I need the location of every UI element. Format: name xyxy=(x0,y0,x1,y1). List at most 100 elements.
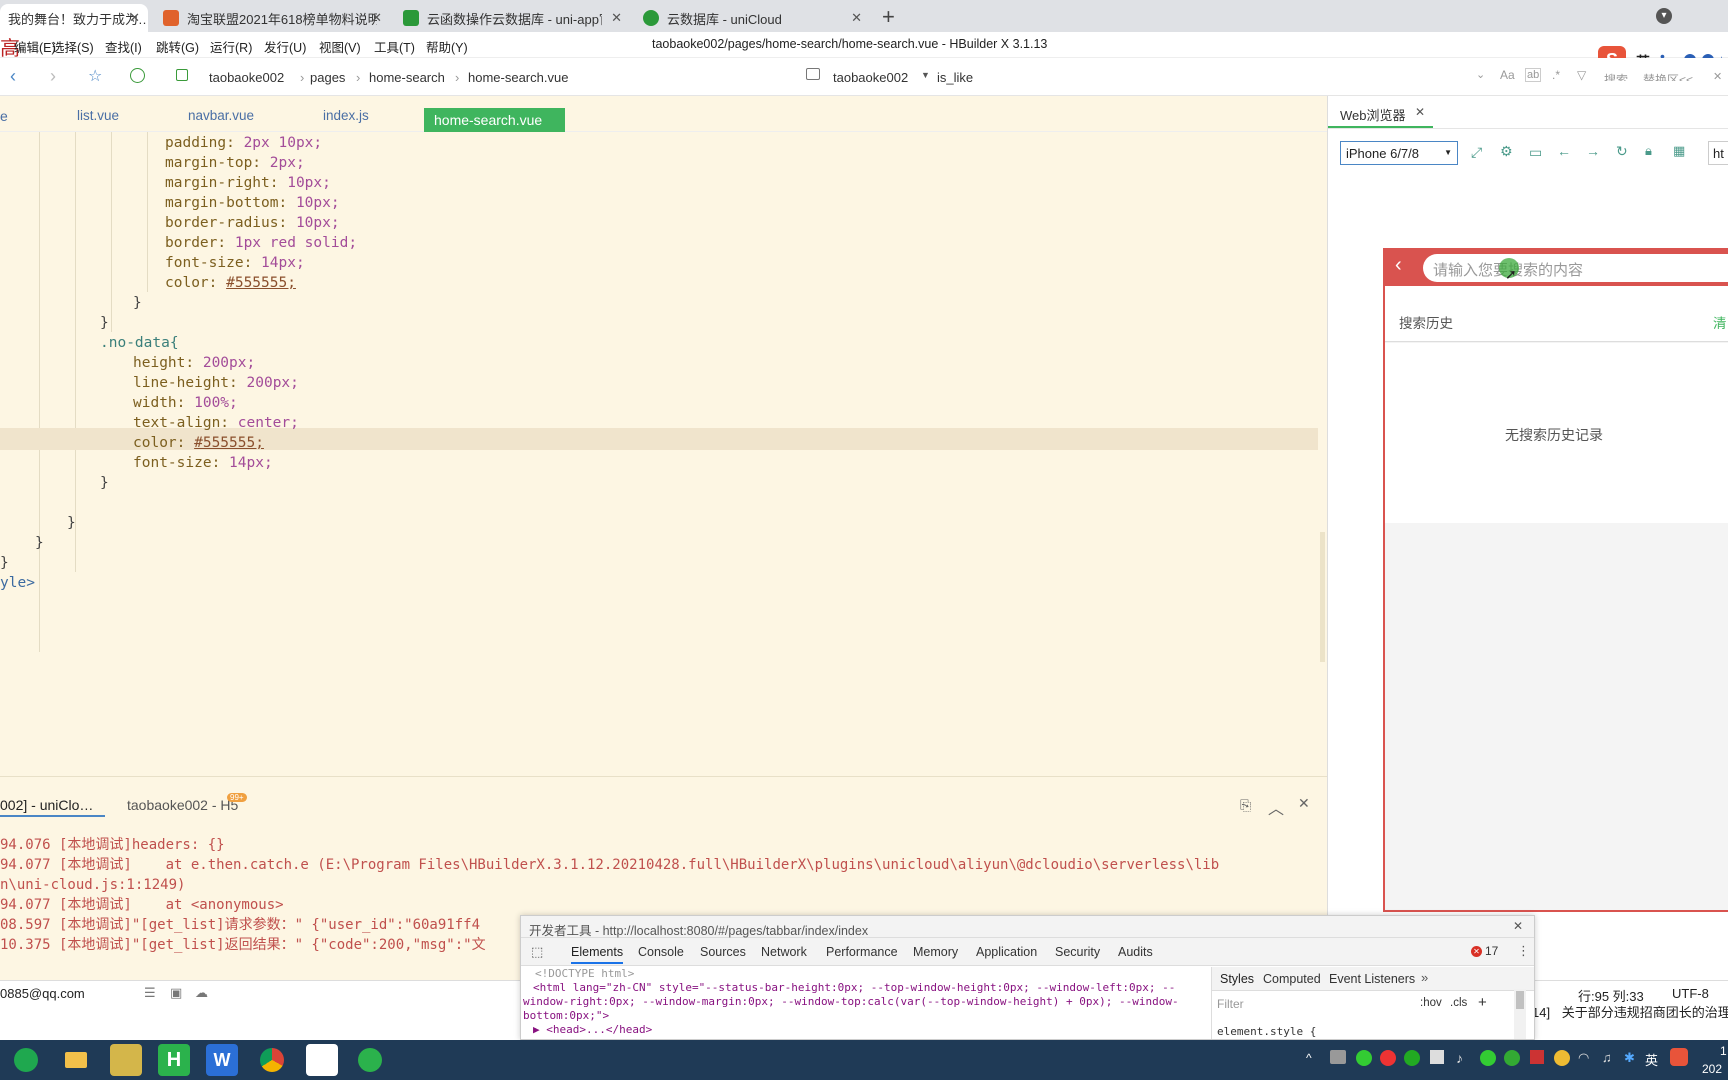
regex-icon[interactable]: .* xyxy=(1552,68,1560,82)
wechat-icon[interactable] xyxy=(1356,1050,1372,1066)
settings-gear-icon[interactable]: ⚙ xyxy=(1500,143,1513,160)
search-input[interactable]: 请输入您要搜索的内容 ➚ xyxy=(1423,254,1728,282)
close-icon[interactable]: ✕ xyxy=(851,10,862,26)
computed-tab[interactable]: Computed xyxy=(1263,972,1321,986)
close-icon[interactable]: ✕ xyxy=(129,10,140,26)
list-icon[interactable]: ☰ xyxy=(144,985,156,1001)
forward-arrow-icon[interactable]: → xyxy=(1586,143,1600,159)
close-icon[interactable]: ✕ xyxy=(611,10,622,26)
user-email[interactable]: 0885@qq.com xyxy=(0,986,85,1001)
new-tab-button[interactable]: + xyxy=(882,4,895,30)
tray-icon[interactable] xyxy=(1430,1050,1444,1064)
close-icon[interactable]: ✕ xyxy=(1713,70,1722,83)
console-tab-unicloud[interactable]: 002] - uniClo… xyxy=(0,797,105,817)
back-icon[interactable]: ‹ xyxy=(1395,254,1402,277)
chevron-up-icon[interactable]: ︿ xyxy=(1268,795,1284,819)
dom-tree[interactable]: <!DOCTYPE html> <html lang="zh-CN" style… xyxy=(521,967,1211,1039)
file-explorer-icon[interactable] xyxy=(60,1044,92,1076)
editor-tab-navbar[interactable]: navbar.vue xyxy=(188,108,254,123)
menu-edit[interactable]: 编辑(E) xyxy=(14,37,56,56)
chevron-down-icon[interactable]: ▼ xyxy=(921,70,930,80)
chevron-down-icon[interactable]: ⌄ xyxy=(1476,68,1485,81)
error-icon[interactable]: ✕ xyxy=(1471,946,1482,957)
screenshot-icon[interactable]: ▭ xyxy=(1529,144,1542,161)
whole-word-icon[interactable]: ab xyxy=(1525,68,1542,82)
match-case-icon[interactable]: Aa xyxy=(1500,68,1515,82)
close-icon[interactable]: ✕ xyxy=(371,10,382,26)
breadcrumb-file[interactable]: home-search.vue xyxy=(468,70,568,85)
styles-scrollbar[interactable] xyxy=(1514,989,1526,1039)
menu-select[interactable]: 选择(S) xyxy=(52,37,94,56)
search-button[interactable]: 搜索 xyxy=(1604,71,1628,81)
menu-find[interactable]: 查找(I) xyxy=(105,37,142,56)
console-tab-h5[interactable]: taobaoke002 - H5 xyxy=(127,797,238,813)
profile-menu-icon[interactable]: ▾ xyxy=(1656,8,1672,24)
terminal-icon[interactable]: ▣ xyxy=(170,985,182,1001)
run-icon[interactable] xyxy=(130,68,145,83)
menu-view[interactable]: 视图(V) xyxy=(319,37,361,56)
favorite-star-icon[interactable]: ☆ xyxy=(88,66,102,86)
devtools-tab-security[interactable]: Security xyxy=(1055,945,1100,959)
devtools-tab-sources[interactable]: Sources xyxy=(700,945,746,959)
start-icon[interactable] xyxy=(10,1044,42,1076)
menu-tools[interactable]: 工具(T) xyxy=(374,37,415,56)
cloud-icon[interactable]: ☁ xyxy=(195,985,208,1001)
tray-icon[interactable] xyxy=(1380,1050,1396,1066)
tray-icon[interactable] xyxy=(1554,1050,1570,1066)
mic-icon[interactable]: ♪ xyxy=(1456,1050,1463,1066)
wifi-icon[interactable]: ◠ xyxy=(1578,1050,1589,1066)
browser-tab-3[interactable]: 云函数操作云数据库 - uni-app官 ✕ xyxy=(395,4,630,32)
clock-date[interactable]: 202 xyxy=(1702,1062,1722,1076)
export-icon[interactable]: ⎘ xyxy=(1240,797,1251,814)
menu-publish[interactable]: 发行(U) xyxy=(264,37,306,56)
tray-icon[interactable] xyxy=(1480,1050,1496,1066)
back-arrow-icon[interactable]: ← xyxy=(1557,143,1571,159)
inspect-element-icon[interactable]: ⬚ xyxy=(531,944,543,960)
menu-run[interactable]: 运行(R) xyxy=(210,37,252,56)
back-icon[interactable]: ‹ xyxy=(10,66,16,87)
hbuilderx-icon[interactable]: H xyxy=(158,1044,190,1076)
sogou-tray-icon[interactable] xyxy=(1670,1048,1688,1066)
more-tabs-icon[interactable]: » xyxy=(1421,970,1428,985)
editor-tab-list[interactable]: list.vue xyxy=(77,108,119,123)
devtools-tab-elements[interactable]: Elements xyxy=(571,945,624,964)
devtools-tab-memory[interactable]: Memory xyxy=(913,945,958,959)
tray-chevron-icon[interactable]: ^ xyxy=(1306,1051,1312,1065)
code-editor[interactable]: padding: 2px 10px; margin-top: 2px; margin… xyxy=(0,132,1327,776)
tray-icon[interactable] xyxy=(1504,1050,1520,1066)
filter-input[interactable]: Filter xyxy=(1217,997,1244,1011)
editor-tab-truncated[interactable]: e xyxy=(0,108,8,124)
tray-icon[interactable] xyxy=(1330,1050,1346,1064)
app-green-icon[interactable] xyxy=(354,1044,386,1076)
devtools-tab-performance[interactable]: Performance xyxy=(826,945,898,959)
devtools-tab-network[interactable]: Network xyxy=(761,945,807,959)
search-input[interactable]: is_like xyxy=(937,70,973,85)
search-scope-project[interactable]: taobaoke002 xyxy=(833,70,908,85)
editor-tab-home-search[interactable]: home-search.vue xyxy=(424,108,565,132)
styles-tab[interactable]: Styles xyxy=(1220,972,1254,986)
menu-help[interactable]: 帮助(Y) xyxy=(426,37,468,56)
app-icon[interactable] xyxy=(110,1044,142,1076)
tray-icon[interactable] xyxy=(1404,1050,1420,1066)
more-menu-icon[interactable]: ⋮ xyxy=(1517,943,1530,959)
devtools-tab-application[interactable]: Application xyxy=(976,945,1037,959)
editor-scrollbar[interactable] xyxy=(1320,532,1325,662)
event-listeners-tab[interactable]: Event Listeners xyxy=(1329,972,1415,986)
cls-toggle[interactable]: .cls xyxy=(1450,997,1467,1009)
ime-lang-tray[interactable]: 英 xyxy=(1645,1050,1658,1069)
devtools-tab-audits[interactable]: Audits xyxy=(1118,945,1153,959)
forward-icon[interactable]: › xyxy=(50,66,56,87)
menu-goto[interactable]: 跳转(G) xyxy=(156,37,199,56)
url-input[interactable]: ht xyxy=(1708,141,1728,165)
browser-tab-2[interactable]: 淘宝联盟2021年618榜单物料说明 ✕ xyxy=(155,4,390,32)
news-ticker[interactable]: 14] 关于部分违规招商团长的治理公 xyxy=(1532,1002,1728,1026)
close-icon[interactable]: ✕ xyxy=(1513,919,1523,933)
error-count[interactable]: 17 xyxy=(1485,944,1498,958)
lock-icon[interactable]: 🔒︎ xyxy=(1645,143,1652,159)
close-icon[interactable]: ✕ xyxy=(1415,105,1425,119)
breadcrumb-pages[interactable]: pages xyxy=(310,70,345,85)
replace-toggle[interactable]: 替换区<< xyxy=(1643,71,1693,81)
refresh-icon[interactable]: ↻ xyxy=(1616,143,1628,160)
devtools-tab-console[interactable]: Console xyxy=(638,945,684,959)
add-rule-icon[interactable]: + xyxy=(1478,994,1487,1011)
